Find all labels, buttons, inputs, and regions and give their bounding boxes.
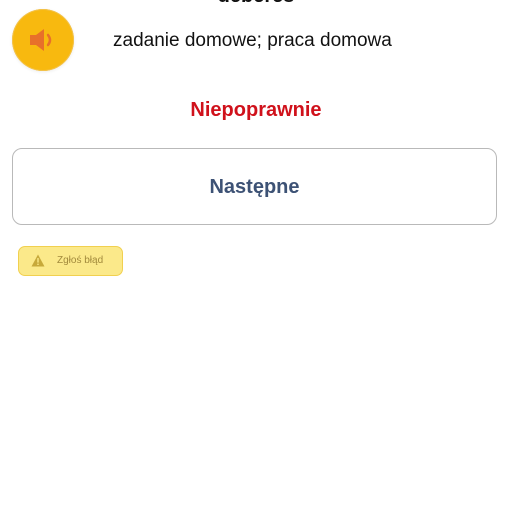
flashcard-screen: deberes zadanie domowe; praca domowa Nie…: [0, 0, 512, 512]
speaker-icon: [30, 29, 52, 51]
report-error-button[interactable]: Zgłoś błąd: [18, 246, 123, 276]
warning-icon: [31, 254, 45, 267]
report-error-label: Zgłoś błąd: [57, 255, 104, 266]
translation-text: zadanie domowe; praca domowa: [113, 30, 392, 51]
play-audio-button[interactable]: [12, 9, 74, 71]
word-title: deberes: [0, 0, 512, 6]
next-button-label: Następne: [209, 176, 300, 198]
result-status: Niepoprawnie: [190, 99, 322, 121]
next-button[interactable]: Następne: [12, 148, 497, 225]
